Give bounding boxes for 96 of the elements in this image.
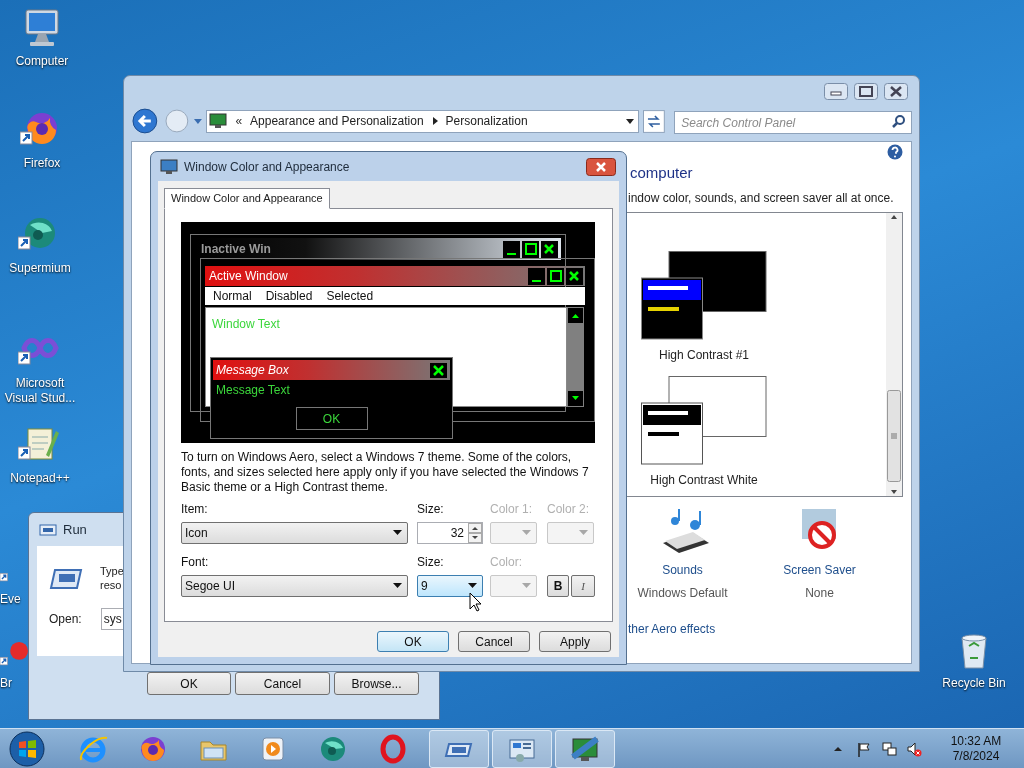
dropdown-arrow-icon (522, 530, 531, 536)
italic-button[interactable]: I (571, 575, 595, 597)
clock[interactable]: 10:32 AM 7/8/2024 (936, 733, 1016, 764)
dialog-button[interactable]: OK (377, 631, 449, 652)
window-text: Window Text (212, 317, 280, 331)
search-field[interactable]: Search Control Panel (674, 111, 912, 134)
field-label: Color: (490, 555, 523, 569)
address-chevron[interactable]: « (235, 112, 243, 130)
run-icon (39, 523, 57, 536)
desktop-icon-label[interactable]: Eve (0, 592, 21, 607)
field-label: Font: (181, 555, 210, 569)
window-title: Window Color and Appearance (184, 158, 351, 176)
desktop-icon-label[interactable]: Recycle Bin (942, 676, 1006, 691)
taskbar-button[interactable] (492, 729, 552, 768)
scroll-down-arrow-icon[interactable] (890, 488, 898, 496)
field-label: Size: (417, 555, 445, 569)
search-icon[interactable] (892, 113, 906, 128)
desktop-icon-label[interactable]: Br (0, 676, 12, 691)
dropdown-arrow-icon (393, 583, 402, 589)
taskbar-button[interactable] (555, 729, 615, 768)
dialog-button[interactable]: Cancel (458, 631, 530, 652)
page-subtitle: indow color, sounds, and screen saver all at once. (628, 191, 895, 205)
close-icon (430, 362, 447, 378)
scroll-thumb[interactable] (887, 390, 901, 482)
clock-time: 10:32 AM (950, 733, 1002, 749)
dialog-button[interactable]: Browse... (334, 672, 419, 695)
preview-ok-button[interactable]: OK (295, 407, 368, 430)
dropdown-arrow-icon (393, 530, 402, 536)
run-description: reso (100, 578, 123, 592)
scroll-up-arrow-icon[interactable] (890, 213, 898, 221)
spinner-arrows-icon[interactable] (468, 523, 482, 543)
field-label: Color 2: (547, 502, 591, 516)
field-label: Item: (181, 502, 209, 516)
scrollbar[interactable] (886, 213, 902, 496)
dropdown-arrow-icon (579, 530, 588, 536)
close-button[interactable] (586, 157, 616, 176)
desktop-icon-label[interactable]: Supermium (9, 261, 71, 276)
address-bar[interactable]: « Appearance and Personalization Personalization (206, 109, 640, 133)
window-title: Run (63, 520, 87, 539)
inactive-window-title: Inactive Win (201, 241, 272, 258)
page-heading: computer (630, 164, 694, 182)
start-button[interactable] (9, 730, 45, 767)
caption-buttons (528, 267, 583, 285)
bold-button[interactable]: B (547, 575, 569, 597)
menu-item[interactable]: Disabled (265, 287, 313, 305)
theme-name[interactable]: High Contrast White (650, 471, 758, 489)
desktop-icon-label[interactable]: Firefox (23, 156, 61, 171)
settings-value: Windows Default (637, 585, 728, 602)
tab[interactable]: Window Color and Appearance (164, 188, 330, 209)
open-field[interactable]: sys (100, 608, 123, 630)
desktop-icon-label[interactable]: Microsoft Visual Stud... (0, 376, 80, 406)
desktop-icon-label[interactable]: Computer (15, 54, 69, 69)
description-text: To turn on Windows Aero, select a Windows 7 theme. Some of the colors, fonts, and sizes selected here apply only if you have selected the Windows 7 Basic theme or a High Contrast theme. (181, 450, 590, 495)
dropdown-arrow-icon (522, 583, 531, 589)
help-icon[interactable] (887, 144, 903, 160)
settings-value: None (805, 585, 834, 602)
field-label: Open: (49, 611, 82, 628)
theme-name[interactable]: High Contrast #1 (658, 346, 749, 364)
dialog-button[interactable]: OK (147, 672, 231, 695)
message-box-title: Message Box (216, 362, 290, 379)
taskbar-button[interactable] (429, 729, 489, 768)
theme-thumbnail[interactable] (641, 251, 767, 340)
breadcrumb-arrow-icon (431, 117, 438, 125)
network-icon[interactable] (881, 740, 897, 757)
run-description: Type (100, 564, 124, 578)
theme-thumbnail[interactable] (641, 376, 767, 465)
mouse-cursor (469, 592, 483, 612)
size-spinner[interactable]: 32 (417, 522, 483, 544)
field-label: Size: (417, 502, 445, 516)
muted-speaker-icon[interactable] (906, 740, 922, 757)
settings-link[interactable]: Sounds (662, 561, 703, 579)
run-icon (49, 568, 83, 590)
font-dropdown[interactable]: Segoe UI (181, 575, 408, 597)
clock-date: 7/8/2024 (952, 748, 1000, 764)
dialog-button[interactable]: Apply (539, 631, 611, 652)
flag-icon[interactable] (856, 740, 872, 757)
aero-effects-link[interactable]: ther Aero effects (628, 620, 716, 638)
field-label: Color 1: (490, 502, 534, 516)
menu-item[interactable]: Normal (213, 287, 252, 305)
caption-buttons (503, 240, 558, 258)
breadcrumb[interactable]: Appearance and Personalization (250, 112, 424, 130)
desktop-icon-label[interactable]: Notepad++ (10, 471, 70, 486)
menu-item[interactable]: Selected (326, 287, 374, 305)
font-size-dropdown[interactable]: 9 (417, 575, 483, 597)
maximize-button[interactable] (852, 82, 880, 100)
monitor-icon (209, 113, 228, 129)
message-text: Message Text (216, 382, 291, 399)
monitor-icon (160, 158, 178, 175)
active-window-title: Active Window (209, 268, 289, 285)
dropdown-arrow-icon (468, 583, 477, 589)
refresh-button[interactable] (643, 109, 666, 133)
item-dropdown[interactable]: Icon (181, 522, 408, 544)
breadcrumb[interactable]: Personalization (445, 112, 528, 130)
dialog-button[interactable]: Cancel (235, 672, 330, 695)
close-button[interactable] (882, 82, 910, 100)
settings-link[interactable]: Screen Saver (783, 561, 856, 579)
